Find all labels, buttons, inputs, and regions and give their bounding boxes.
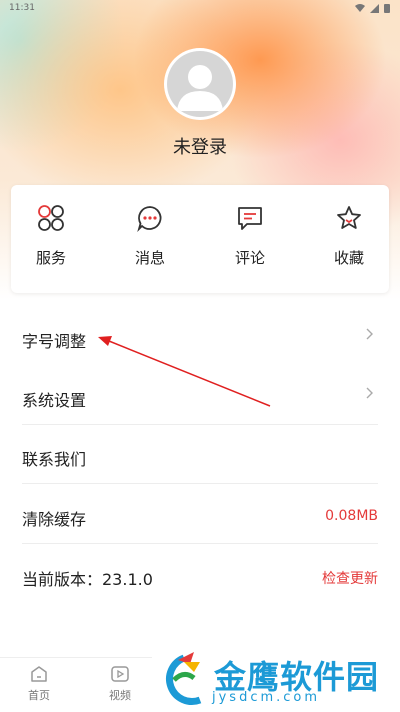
divider xyxy=(22,483,378,484)
tab-label: 视频 xyxy=(109,689,131,702)
setting-label: 字号调整 xyxy=(22,332,87,351)
quick-action-message[interactable]: 消息 xyxy=(110,203,190,268)
cache-size: 0.08MB xyxy=(325,508,378,524)
chevron-right-icon xyxy=(366,387,373,399)
default-avatar-icon xyxy=(167,51,233,117)
video-icon xyxy=(111,666,129,682)
version-label: 当前版本：23.1.0 xyxy=(22,570,153,589)
quick-actions-card: 服务 消息 评论 收藏 xyxy=(11,185,389,293)
tab-home[interactable]: 首页 xyxy=(9,664,69,703)
chat-bubble-icon xyxy=(137,206,162,232)
watermark: 金鹰软件园 jysdcm.com xyxy=(152,650,400,711)
status-icons xyxy=(355,3,390,13)
setting-label: 清除缓存 xyxy=(22,510,87,529)
quick-action-label: 收藏 xyxy=(333,249,364,267)
chevron-right-icon xyxy=(366,328,373,340)
setting-label: 联系我们 xyxy=(22,450,87,469)
star-icon xyxy=(337,206,361,229)
comment-icon xyxy=(238,207,262,230)
divider xyxy=(22,543,378,544)
signal-icon xyxy=(370,3,379,13)
setting-font-size[interactable]: 字号调整 xyxy=(0,308,400,366)
quick-action-favorite[interactable]: 收藏 xyxy=(309,203,389,268)
watermark-logo xyxy=(166,652,202,705)
battery-icon xyxy=(384,4,390,13)
four-circles-icon xyxy=(38,205,64,231)
setting-system[interactable]: 系统设置 xyxy=(0,367,400,425)
avatar[interactable] xyxy=(164,48,236,120)
divider xyxy=(22,424,378,425)
quick-action-label: 消息 xyxy=(134,249,165,267)
watermark-subtitle: jysdcm.com xyxy=(212,690,321,705)
quick-action-comment[interactable]: 评论 xyxy=(210,203,290,268)
status-bar: 11:31 xyxy=(0,0,400,18)
check-update-button[interactable]: 检查更新 xyxy=(322,568,378,588)
username[interactable]: 未登录 xyxy=(0,133,400,159)
tab-video[interactable]: 视频 xyxy=(90,664,150,703)
home-icon xyxy=(31,666,47,682)
setting-version: 当前版本：23.1.0 检查更新 xyxy=(0,546,400,604)
quick-action-service[interactable]: 服务 xyxy=(11,203,91,268)
setting-label: 系统设置 xyxy=(22,391,87,410)
tab-label: 首页 xyxy=(28,689,50,702)
setting-clear-cache[interactable]: 清除缓存 0.08MB xyxy=(0,486,400,544)
status-time: 11:31 xyxy=(9,3,35,13)
quick-action-label: 服务 xyxy=(35,249,66,267)
quick-action-label: 评论 xyxy=(234,249,265,267)
wifi-icon xyxy=(355,4,365,12)
setting-contact-us[interactable]: 联系我们 xyxy=(0,426,400,484)
